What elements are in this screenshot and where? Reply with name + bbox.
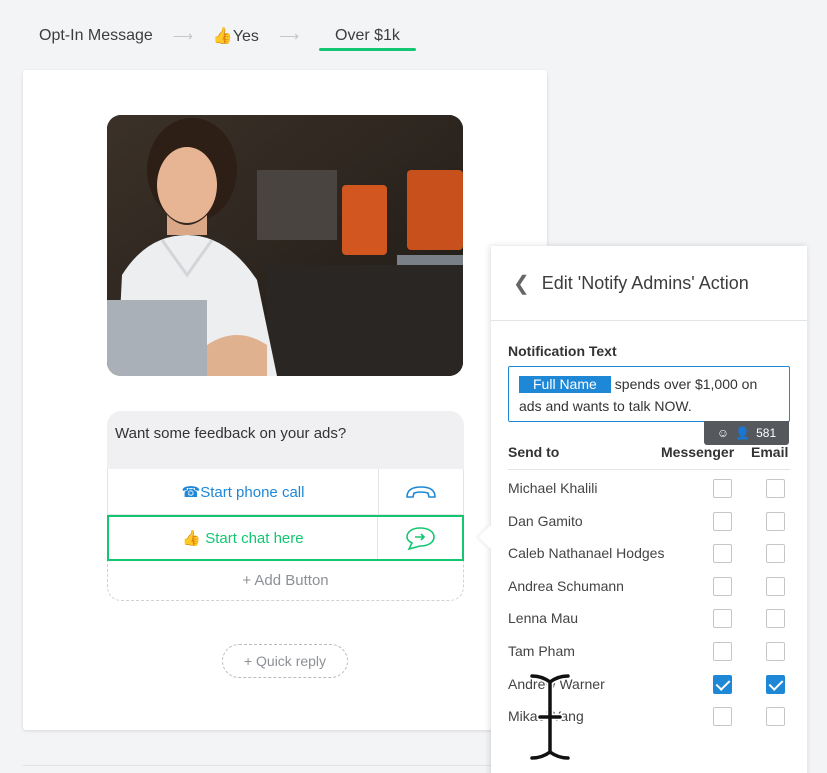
recipient-name: Lenna Mau <box>508 610 579 627</box>
email-checkbox[interactable] <box>766 707 785 727</box>
notification-text-input[interactable]: Full Name spends over $1,000 on ads and w… <box>508 366 790 422</box>
recipient-row: Andrea Schumann <box>508 570 790 603</box>
messenger-checkbox[interactable] <box>713 479 732 498</box>
email-header: Email <box>751 444 789 460</box>
divider <box>23 765 491 766</box>
messenger-checkbox[interactable] <box>713 641 732 661</box>
recipient-row: Dan Gamito <box>508 505 790 538</box>
phone-icon[interactable] <box>379 469 463 514</box>
start-chat-label: 👍 Start chat here <box>109 517 378 559</box>
chat-arrow-icon[interactable] <box>378 517 462 559</box>
messenger-checkbox[interactable] <box>713 609 732 629</box>
notification-text-label: Notification Text <box>508 343 617 359</box>
emoji-icon[interactable]: ☺ <box>717 426 729 440</box>
breadcrumb: Opt-In Message ⟶ 👍Yes ⟶ Over $1k <box>39 26 416 51</box>
email-checkbox[interactable] <box>766 479 785 498</box>
quick-reply-button[interactable]: + Quick reply <box>222 644 348 678</box>
recipients-header: Send to Messenger Email <box>508 442 790 470</box>
message-text[interactable]: Want some feedback on your ads? <box>107 411 464 469</box>
email-checkbox[interactable] <box>766 609 785 629</box>
messenger-header: Messenger <box>661 444 735 460</box>
message-card: Want some feedback on your ads? ☎Start p… <box>23 70 547 730</box>
recipient-row: Tam Pham <box>508 635 790 668</box>
add-button[interactable]: + Add Button <box>107 561 464 601</box>
messenger-checkbox[interactable] <box>713 707 732 727</box>
messenger-checkbox[interactable] <box>713 576 732 596</box>
email-checkbox[interactable] <box>766 576 785 596</box>
email-checkbox[interactable] <box>766 641 785 661</box>
email-checkbox[interactable] <box>766 544 785 564</box>
panel-title: Edit 'Notify Admins' Action <box>541 272 749 293</box>
recipient-row: Caleb Nathanael Hodges <box>508 537 790 570</box>
message-image[interactable] <box>107 115 463 376</box>
messenger-checkbox[interactable] <box>713 674 732 694</box>
recipient-name: Caleb Nathanael Hodges <box>508 545 665 562</box>
phone-call-label: ☎Start phone call <box>108 469 379 514</box>
start-chat-button[interactable]: 👍 Start chat here <box>107 515 464 561</box>
recipient-name: Andrea Schumann <box>508 577 624 594</box>
phone-call-button[interactable]: ☎Start phone call <box>107 469 464 515</box>
panel-header: ❮ Edit 'Notify Admins' Action <box>491 246 807 321</box>
text-cursor-icon <box>528 672 572 767</box>
user-icon[interactable]: 👤 <box>735 426 750 440</box>
recipient-row: Lenna Mau <box>508 602 790 635</box>
recipient-name: Michael Khalili <box>508 480 598 496</box>
email-checkbox[interactable] <box>766 674 785 694</box>
message-block: Want some feedback on your ads? ☎Start p… <box>107 411 464 601</box>
breadcrumb-over-1k[interactable]: Over $1k <box>319 27 416 51</box>
breadcrumb-opt-in[interactable]: Opt-In Message <box>39 27 153 45</box>
send-to-header: Send to <box>508 444 560 460</box>
breadcrumb-yes[interactable]: 👍Yes <box>213 26 259 46</box>
user-count: 581 <box>756 426 777 440</box>
arrow-icon: ⟶ <box>278 27 300 44</box>
back-chevron-icon[interactable]: ❮ <box>513 271 530 296</box>
recipient-row: Michael Khalili <box>508 472 790 505</box>
arrow-icon: ⟶ <box>172 27 193 44</box>
recipient-name: Tam Pham <box>508 642 575 659</box>
email-checkbox[interactable] <box>766 511 785 531</box>
messenger-checkbox[interactable] <box>713 544 732 564</box>
messenger-checkbox[interactable] <box>713 511 732 531</box>
full-name-token[interactable]: Full Name <box>519 376 611 393</box>
recipient-name: Dan Gamito <box>508 512 583 529</box>
